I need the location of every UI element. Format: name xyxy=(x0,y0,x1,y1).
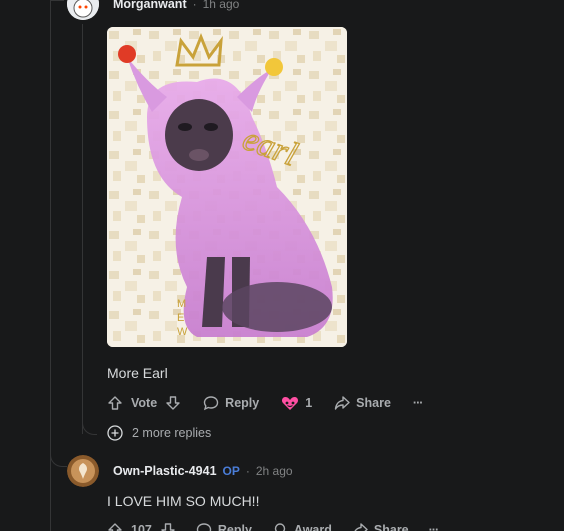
share-label: Share xyxy=(356,396,391,410)
upvote-button[interactable] xyxy=(107,522,123,531)
upvote-arrow-icon xyxy=(108,396,122,410)
op-badge: OP xyxy=(222,464,240,478)
downvote-arrow-icon xyxy=(161,523,175,531)
thread-line-inner[interactable] xyxy=(82,24,83,434)
share-label: Share xyxy=(373,523,409,531)
downvote-button[interactable] xyxy=(165,395,181,411)
svg-text:M: M xyxy=(177,298,186,310)
comment-body: I LOVE HIM SO MUCH!! xyxy=(107,493,260,509)
earl-painting-image: earl M E W xyxy=(107,27,347,347)
latte-art-avatar-icon xyxy=(67,455,99,487)
username[interactable]: Morganwant xyxy=(113,0,187,11)
username[interactable]: Own-Plastic-4941 xyxy=(113,464,217,478)
more-replies-label: 2 more replies xyxy=(132,426,212,440)
share-button[interactable]: Share xyxy=(344,516,417,531)
comment-body: More Earl xyxy=(107,365,168,381)
vote-count: 107 xyxy=(131,523,152,531)
award-button[interactable]: 1 xyxy=(273,389,320,417)
thread-line-curve-2 xyxy=(50,450,67,467)
more-options-button[interactable]: ··· xyxy=(421,516,447,531)
comment-bubble-icon xyxy=(196,523,212,531)
upvote-arrow-icon xyxy=(108,523,122,531)
more-replies-button[interactable]: 2 more replies xyxy=(107,425,211,441)
separator-dot: · xyxy=(245,464,250,478)
more-options-icon: ··· xyxy=(412,396,423,410)
svg-text:W: W xyxy=(177,326,188,338)
share-arrow-icon xyxy=(334,396,350,410)
downvote-arrow-icon xyxy=(166,396,180,410)
comment-action-bar: 107 Reply Award Share ··· xyxy=(99,516,446,531)
thread-line-curve xyxy=(82,420,97,435)
timestamp[interactable]: 1h ago xyxy=(203,0,240,11)
downvote-button[interactable] xyxy=(160,522,176,531)
svg-text:E: E xyxy=(177,312,184,324)
comment-action-bar: Vote Reply 1 Share ··· xyxy=(99,389,430,417)
reply-label: Reply xyxy=(217,523,252,531)
separator-dot: · xyxy=(192,0,197,11)
award-icon xyxy=(274,523,286,531)
expand-plus-icon xyxy=(107,425,123,441)
comment-image[interactable]: earl M E W xyxy=(107,27,347,347)
award-heart-icon xyxy=(282,397,299,410)
thread-line-corner xyxy=(50,0,64,1)
reply-button[interactable]: Reply xyxy=(195,389,267,417)
more-options-icon: ··· xyxy=(428,523,439,531)
comment-thread: Morganwant · 1h ago earl M E W More Earl… xyxy=(0,0,564,531)
award-button[interactable]: Award xyxy=(264,516,340,531)
snoo-avatar-icon xyxy=(67,0,99,20)
share-button[interactable]: Share xyxy=(326,389,399,417)
award-label: Award xyxy=(293,523,332,531)
reply-label: Reply xyxy=(225,396,260,410)
vote-group: Vote xyxy=(99,389,189,417)
avatar[interactable] xyxy=(67,455,99,487)
comment-header: Own-Plastic-4941 OP · 2h ago xyxy=(67,455,293,487)
award-count: 1 xyxy=(305,396,313,410)
more-options-button[interactable]: ··· xyxy=(405,389,431,417)
share-arrow-icon xyxy=(354,523,368,531)
comment-bubble-icon xyxy=(203,396,219,411)
reply-button[interactable]: Reply xyxy=(188,516,260,531)
avatar[interactable] xyxy=(67,0,99,20)
upvote-button[interactable] xyxy=(107,395,123,411)
comment-header: Morganwant · 1h ago xyxy=(67,0,239,20)
timestamp[interactable]: 2h ago xyxy=(256,464,293,478)
vote-label: Vote xyxy=(131,396,158,410)
vote-group: 107 xyxy=(99,516,184,531)
